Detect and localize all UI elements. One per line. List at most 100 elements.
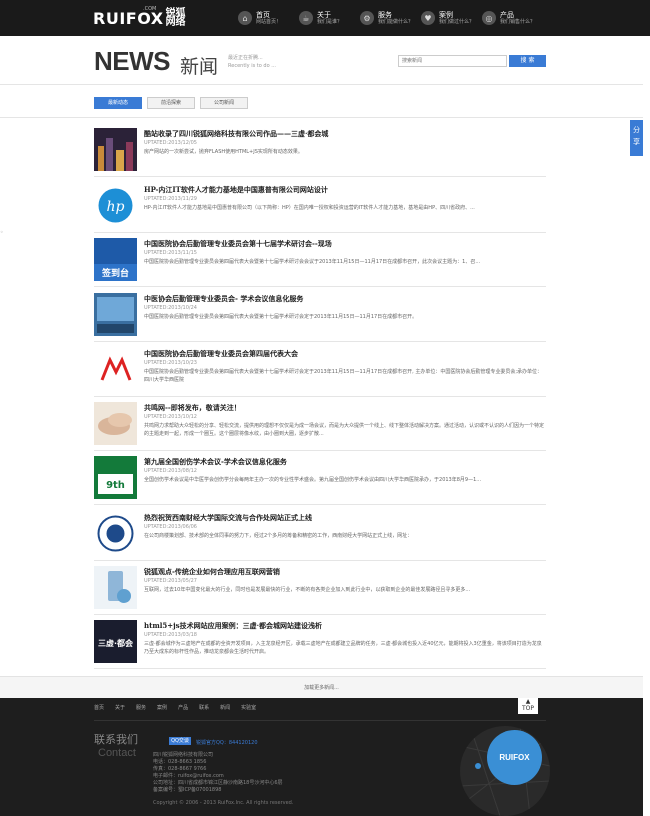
news-desc: 在公司商楼策划部、技术部的全体同事的努力下，经过2个多月的筹备和精密的工作，西南… xyxy=(144,533,413,539)
news-date: UPTATED:2013/10/12 xyxy=(144,414,197,420)
tab-2[interactable]: 公司新闻 xyxy=(200,97,248,109)
news-title[interactable]: html5+js技术网站应用案例：三虚·都会城网站建设浅析 xyxy=(144,621,322,631)
qq-chat-button[interactable]: QQ交谈 xyxy=(169,737,191,745)
contact-title-en: Contact xyxy=(98,747,136,759)
news-divider xyxy=(94,341,546,342)
news-thumbnail[interactable] xyxy=(94,348,137,391)
footer-nav-item[interactable]: 新闻 xyxy=(220,704,230,711)
news-date: UPTATED:2013/10/23 xyxy=(144,360,197,366)
news-item[interactable]: 中医协会后勤管理专业委员会- 学术会议信息化服务 UPTATED:2013/10… xyxy=(94,293,546,337)
news-thumbnail[interactable] xyxy=(94,293,137,336)
footer-nav-item[interactable]: 首页 xyxy=(94,704,104,711)
company-info-line: 传真：028-8667 9766 xyxy=(153,766,207,772)
news-desc: 中国医院协会后勤管理专业委员会第四届代表大会暨第十七届学术研讨会定于2013年1… xyxy=(144,369,543,383)
title-subtitle: 最近正在折腾... Recently is to do ... xyxy=(228,54,276,70)
share-button[interactable]: 分享 xyxy=(630,120,643,156)
company-info-line: 四川锐狐网络科技有限公司 xyxy=(153,752,214,758)
news-item[interactable]: 酷站收录了四川锐狐网络科技有限公司作品——三虚·都会城 UPTATED:2013… xyxy=(94,128,546,172)
footer-nav-item[interactable]: 关于 xyxy=(115,704,125,711)
news-title[interactable]: 酷站收录了四川锐狐网络科技有限公司作品——三虚·都会城 xyxy=(144,129,328,139)
divider xyxy=(0,84,643,85)
nav-texts: 服务 我们能做什么？ xyxy=(378,11,413,26)
nav-title: 服务 xyxy=(378,10,392,19)
nav-item-3[interactable]: ♥ 案例 我们做过什么？ xyxy=(421,7,482,29)
news-desc: 中国医院协会后勤管理专业委员会第四届代表大会暨第十七届学术研讨会定于2013年1… xyxy=(144,314,418,320)
nav-item-2[interactable]: ⚙ 服务 我们能做什么？ xyxy=(360,7,421,29)
news-divider xyxy=(94,286,546,287)
news-thumbnail[interactable]: 9th xyxy=(94,456,137,499)
nav-item-1[interactable]: ☕ 关于 我们是谁？ xyxy=(299,7,360,29)
nav-title: 产品 xyxy=(500,10,514,19)
news-title[interactable]: 第九届全国创伤学术会议-学术会议信息化服务 xyxy=(144,457,287,467)
news-title[interactable]: 中医协会后勤管理专业委员会- 学术会议信息化服务 xyxy=(144,294,303,304)
news-title[interactable]: HP-内江IT软件人才能力基地是中国惠普有限公司网站设计 xyxy=(144,185,328,195)
company-info-line: 公司地址：四川省成都市锦江区静沙南路18号沙河中心6层 xyxy=(153,780,283,786)
news-divider xyxy=(94,614,546,615)
nav-texts: 产品 我们销售什么？ xyxy=(500,11,535,26)
search-button[interactable]: 搜 索 xyxy=(509,55,546,67)
news-title[interactable]: 锐狐观点-传统企业如何合理应用互联网营销 xyxy=(144,567,280,577)
subtitle-line-1: 最近正在折腾... xyxy=(228,55,263,61)
subtitle-line-2: Recently is to do ... xyxy=(228,63,277,69)
news-date: UPTATED:2013/11/15 xyxy=(144,250,197,256)
gear-icon: ⚙ xyxy=(360,11,374,25)
news-desc: 中国医院协会后勤管理专业委员会第四届代表大会暨第十七届学术研讨会会议于2013年… xyxy=(144,259,481,265)
company-info-line: 备案编号：蜀ICP备07001898 xyxy=(153,787,222,793)
footer-nav-item[interactable]: 服务 xyxy=(136,704,146,711)
news-thumbnail[interactable]: 签到台 xyxy=(94,238,137,281)
news-item[interactable]: 共鸣网--即将发布，敬请关注！ UPTATED:2013/10/12 共鸣网力求… xyxy=(94,402,546,446)
news-thumbnail[interactable] xyxy=(94,128,137,171)
news-desc: 全国创伤学术会议是中华医学会创伤学分会每两年主办一次的专业性学术盛会。第九届全国… xyxy=(144,477,482,483)
contact-title: 联系我们 xyxy=(94,733,138,746)
nav-item-4[interactable]: ◎ 产品 我们销售什么？ xyxy=(482,7,543,29)
footer: 首页 关于 服务 案例 产品 联系 新闻 实验室 ▲ TOP 联系我们 Contact QQ交谈… xyxy=(0,698,643,816)
company-info-line: 电话：028-8663 1856 xyxy=(153,759,207,765)
news-thumbnail[interactable]: 三虚·都会 xyxy=(94,620,137,663)
footer-nav: 首页 关于 服务 案例 产品 联系 新闻 实验室 xyxy=(94,704,256,711)
footer-nav-item[interactable]: 实验室 xyxy=(241,704,256,711)
nav-subtitle: 我们能做什么？ xyxy=(378,18,414,25)
left-edge-mark: ◦ xyxy=(0,229,4,236)
news-divider xyxy=(94,450,546,451)
news-item[interactable]: 中国医院协会后勤管理专业委员会第四届代表大会 UPTATED:2013/10/2… xyxy=(94,348,546,392)
footer-nav-item[interactable]: 产品 xyxy=(178,704,188,711)
news-thumbnail[interactable] xyxy=(94,566,137,609)
news-item[interactable]: 热烈祝贺西南财经大学国际交流与合作处网站正式上线 UPTATED:2013/06… xyxy=(94,512,546,556)
footer-nav-item[interactable]: 联系 xyxy=(199,704,209,711)
divider xyxy=(0,117,643,118)
nav-item-0[interactable]: ⌂ 首页 网站首页！ xyxy=(238,7,299,29)
news-item[interactable]: 锐狐观点-传统企业如何合理应用互联网营销 UPTATED:2013/05/27 … xyxy=(94,566,546,610)
news-date: UPTATED:2013/11/29 xyxy=(144,196,197,202)
news-divider xyxy=(94,560,546,561)
page-title: NEWS xyxy=(94,46,171,76)
tab-1[interactable]: 前沿探索 xyxy=(147,97,195,109)
news-title[interactable]: 中国医院协会后勤管理专业委员会第十七届学术研讨会--现场 xyxy=(144,239,332,249)
load-more-button[interactable]: 加载更多新闻... xyxy=(0,676,643,698)
nav-subtitle: 网站首页！ xyxy=(256,18,282,25)
svg-text:三虚·都会: 三虚·都会 xyxy=(98,638,133,648)
news-item[interactable]: 三虚·都会 html5+js技术网站应用案例：三虚·都会城网站建设浅析 UPTA… xyxy=(94,620,546,664)
nav-texts: 案例 我们做过什么？ xyxy=(439,11,474,26)
news-item[interactable]: 签到台 中国医院协会后勤管理专业委员会第十七届学术研讨会--现场 UPTATED… xyxy=(94,238,546,282)
news-title[interactable]: 共鸣网--即将发布，敬请关注！ xyxy=(144,403,241,413)
footer-divider xyxy=(94,720,546,721)
news-title[interactable]: 热烈祝贺西南财经大学国际交流与合作处网站正式上线 xyxy=(144,513,312,523)
top-header: RUIFOX .COM 锐狐网络 ⌂ 首页 网站首页！ ☕ 关于 我们是谁？ ⚙… xyxy=(0,0,650,36)
tab-0[interactable]: 最新动态 xyxy=(94,97,142,109)
nav-title: 首页 xyxy=(256,10,270,19)
heart-icon: ♥ xyxy=(421,11,435,25)
news-thumbnail[interactable] xyxy=(94,512,137,555)
back-to-top-button[interactable]: ▲ TOP xyxy=(518,698,538,714)
news-date: UPTATED:2013/08/12 xyxy=(144,468,197,474)
news-item[interactable]: hp HP-内江IT软件人才能力基地是中国惠普有限公司网站设计 UPTATED:… xyxy=(94,184,546,228)
qq-number[interactable]: 锐狐官方QQ：844120120 xyxy=(196,739,258,746)
news-divider xyxy=(94,396,546,397)
news-title[interactable]: 中国医院协会后勤管理专业委员会第四届代表大会 xyxy=(144,349,298,359)
search-input[interactable] xyxy=(398,55,507,67)
news-item[interactable]: 9th 第九届全国创伤学术会议-学术会议信息化服务 UPTATED:2013/0… xyxy=(94,456,546,500)
news-tabs: 最新动态 前沿探索 公司新闻 xyxy=(94,97,248,109)
news-thumbnail[interactable] xyxy=(94,402,137,445)
ruifox-logo[interactable]: RUIFOX .COM 锐狐网络 xyxy=(93,6,194,28)
footer-nav-item[interactable]: 案例 xyxy=(157,704,167,711)
news-thumbnail[interactable]: hp xyxy=(94,184,137,227)
